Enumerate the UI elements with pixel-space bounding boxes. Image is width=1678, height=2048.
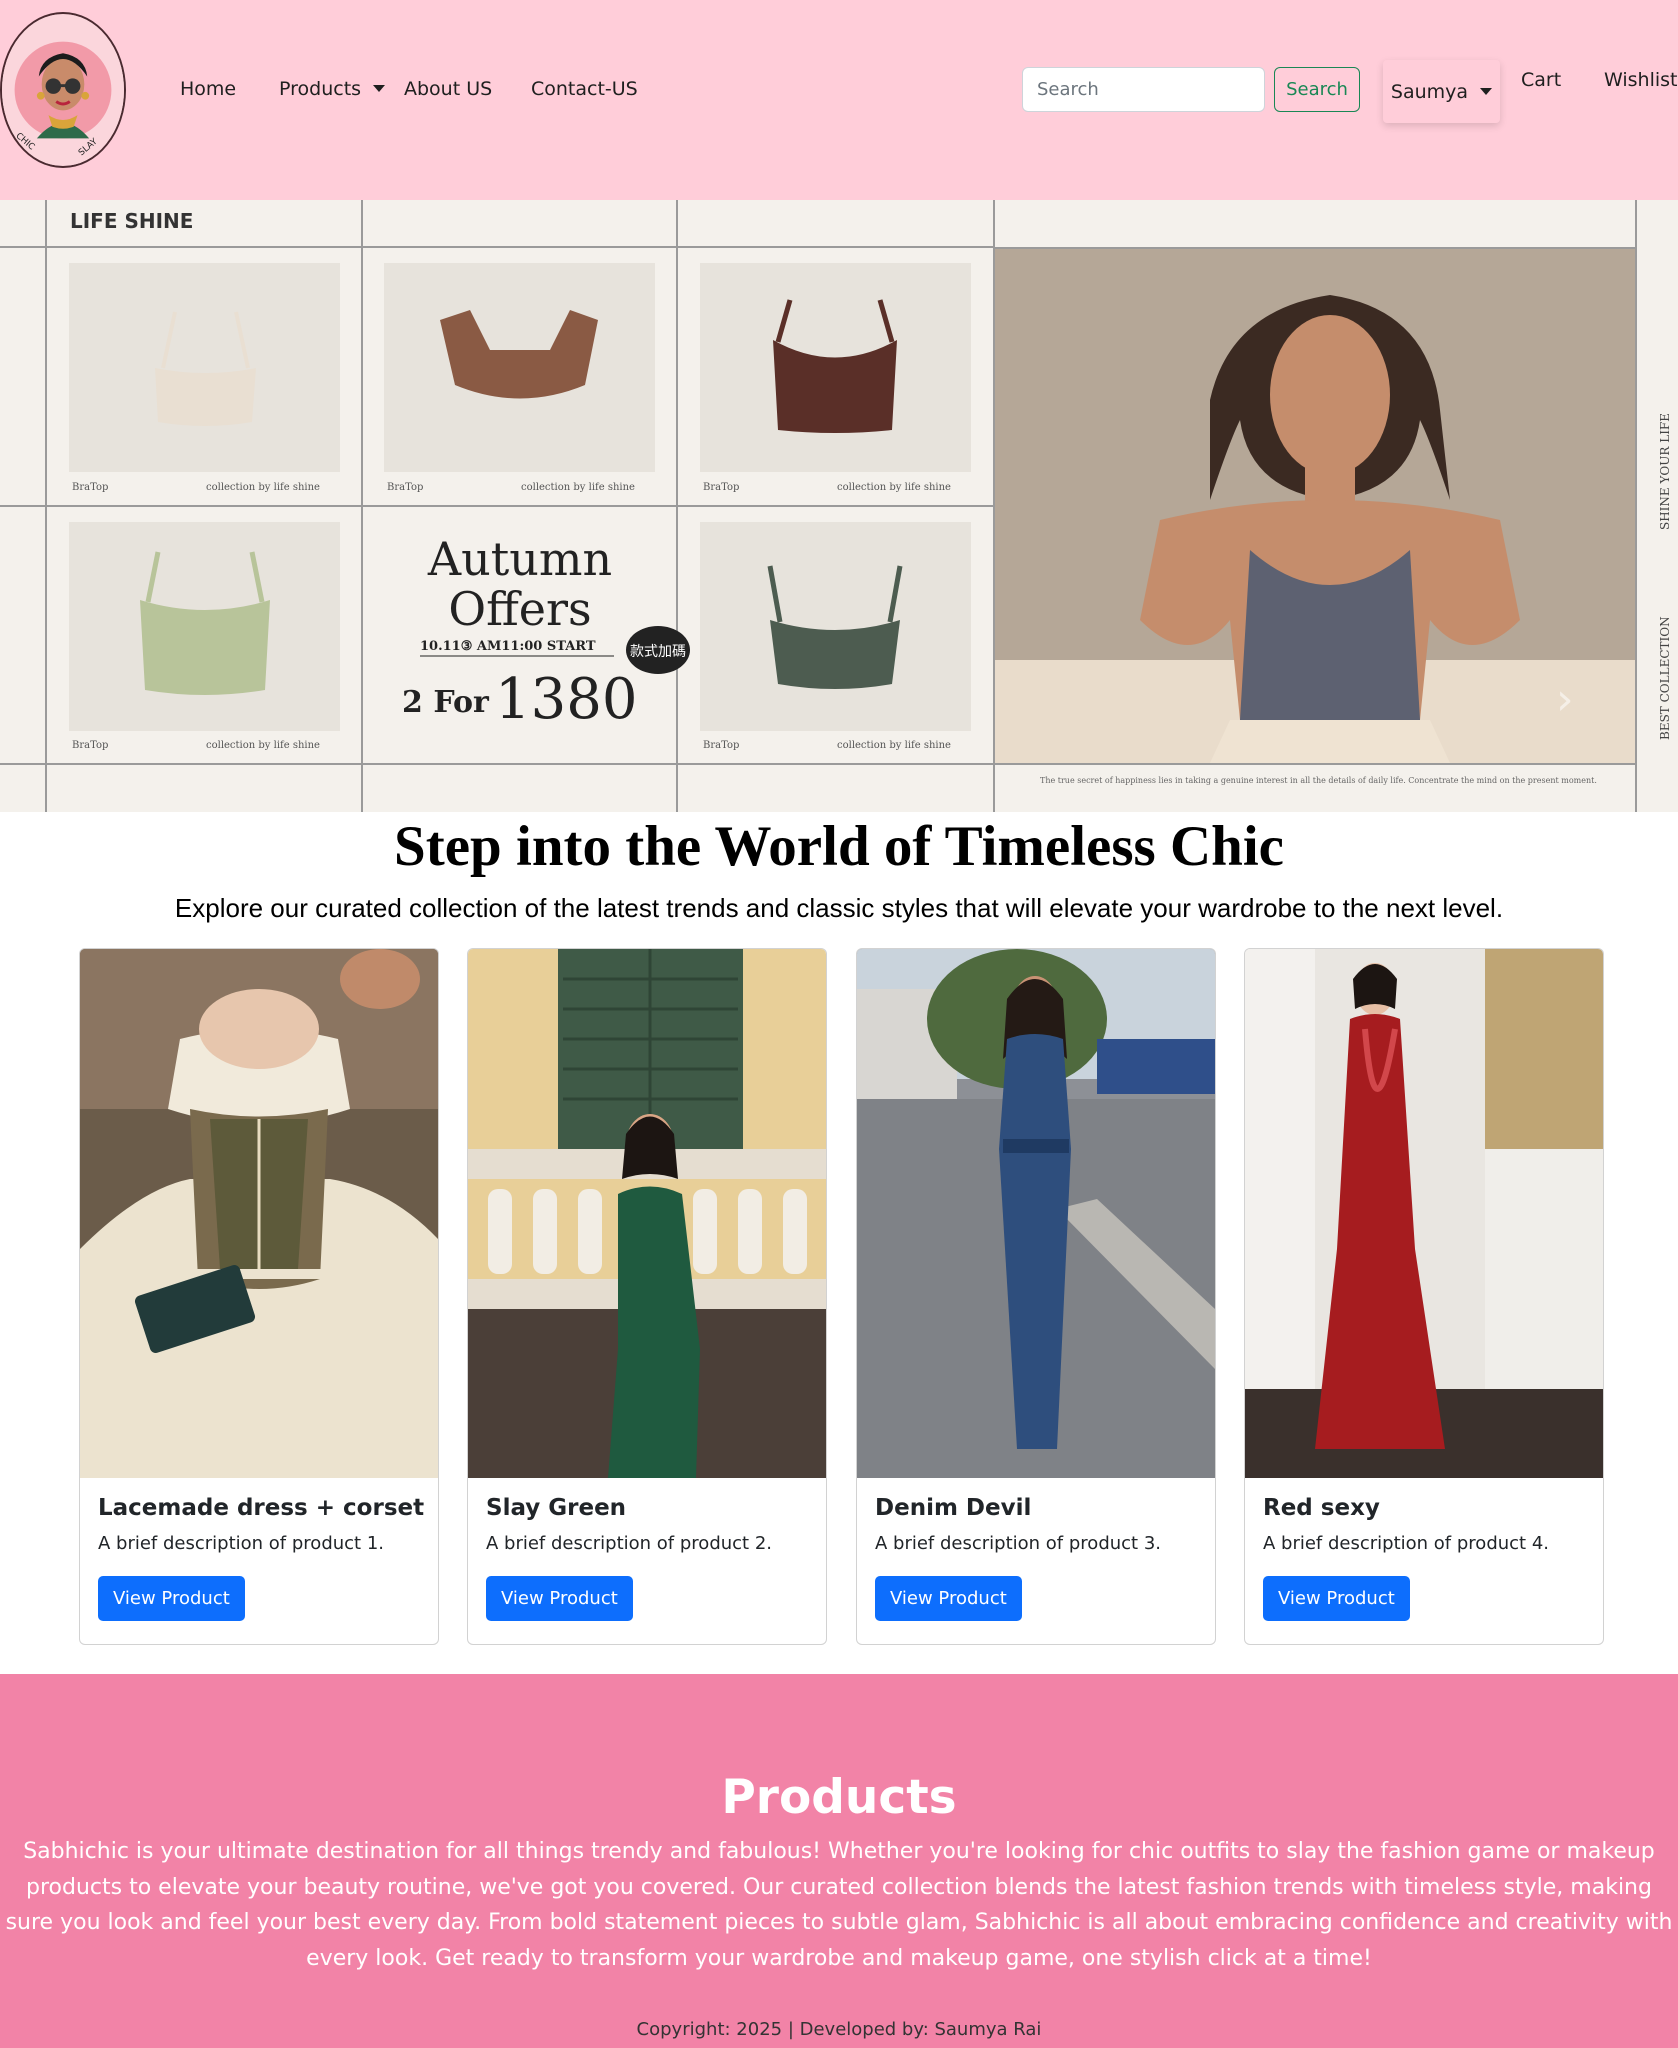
hero-carousel: LIFE SHINE BraTop collection by life shi… (0, 200, 1678, 812)
product-card: Red sexy A brief description of product … (1244, 948, 1604, 1645)
product-title: Red sexy (1263, 1495, 1380, 1521)
nav-contact[interactable]: Contact-US (531, 78, 638, 100)
carousel-next-icon[interactable]: › (1556, 678, 1574, 722)
hero-tile-2 (384, 263, 655, 472)
nav-products-dropdown[interactable]: Products (279, 78, 386, 100)
product-card: Lacemade dress + corset A brief descript… (79, 948, 439, 1645)
svg-text:collection by life shine: collection by life shine (837, 482, 951, 493)
product-title: Lacemade dress + corset (98, 1495, 425, 1521)
copyright-text: Copyright: 2025 | Developed by: Saumya R… (636, 2019, 1042, 2040)
user-name: Saumya (1390, 80, 1469, 103)
hero-banner-image: LIFE SHINE BraTop collection by life shi… (0, 200, 1678, 812)
hero-tile-3 (700, 263, 971, 472)
products-section-title: Products (721, 1770, 957, 1825)
brand-logo[interactable]: CHIC SLAY (0, 12, 126, 168)
product-title: Slay Green (486, 1495, 627, 1521)
svg-text:Offers: Offers (448, 582, 591, 636)
hero-tile-1 (69, 263, 340, 472)
svg-text:collection by life shine: collection by life shine (837, 740, 951, 751)
product-image (857, 949, 1215, 1478)
svg-text:collection by life shine: collection by life shine (206, 740, 320, 751)
svg-text:collection by life shine: collection by life shine (206, 482, 320, 493)
product-card: Slay Green A brief description of produc… (467, 948, 827, 1645)
nav-home[interactable]: Home (180, 78, 236, 100)
nav-about[interactable]: About US (404, 78, 492, 100)
page-headline: Step into the World of Timeless Chic (394, 815, 1284, 878)
product-image (1245, 949, 1603, 1478)
svg-text:款式加碼: 款式加碼 (630, 644, 686, 660)
product-image (468, 949, 826, 1478)
chevron-down-icon (373, 85, 386, 92)
svg-text:BraTop: BraTop (703, 482, 739, 493)
products-section: Products Sabhichic is your ultimate dest… (0, 1674, 1678, 2048)
view-product-button[interactable]: View Product (486, 1576, 633, 1621)
svg-text:10.11③ AM11:00 START: 10.11③ AM11:00 START (420, 639, 596, 654)
svg-text:1380: 1380 (495, 667, 638, 732)
hero-tile-4 (69, 522, 340, 731)
page-subheadline: Explore our curated collection of the la… (174, 893, 1504, 923)
product-description: A brief description of product 2. (486, 1533, 772, 1554)
products-section-text: Sabhichic is your ultimate destination f… (5, 1839, 1673, 1971)
nav-products-label: Products (279, 78, 362, 100)
svg-text:BraTop: BraTop (72, 482, 108, 493)
svg-text:Autumn: Autumn (427, 532, 612, 586)
view-product-button[interactable]: View Product (98, 1576, 245, 1621)
product-title: Denim Devil (875, 1495, 1032, 1521)
product-card: Denim Devil A brief description of produ… (856, 948, 1216, 1645)
product-description: A brief description of product 4. (1263, 1533, 1549, 1554)
view-product-button[interactable]: View Product (1263, 1576, 1410, 1621)
svg-text:BraTop: BraTop (703, 740, 739, 751)
svg-text:LIFE SHINE: LIFE SHINE (70, 209, 193, 233)
navbar: CHIC SLAY Home Products About US Contact… (0, 0, 1678, 200)
svg-text:BraTop: BraTop (72, 740, 108, 751)
product-description: A brief description of product 3. (875, 1533, 1161, 1554)
svg-text:The true secret of happiness l: The true secret of happiness lies in tak… (1040, 776, 1597, 785)
hero-model-photo (995, 249, 1635, 763)
product-description: A brief description of product 1. (98, 1533, 384, 1554)
nav-cart[interactable]: Cart (1521, 69, 1561, 91)
search-input[interactable] (1022, 67, 1265, 112)
svg-text:SHINE YOUR LIFE: SHINE YOUR LIFE (1658, 413, 1672, 530)
svg-text:collection by life shine: collection by life shine (521, 482, 635, 493)
view-product-button[interactable]: View Product (875, 1576, 1022, 1621)
svg-text:BraTop: BraTop (387, 482, 423, 493)
nav-wishlist[interactable]: Wishlist (1604, 69, 1678, 91)
product-image (80, 949, 438, 1478)
logo-illustration: CHIC SLAY (2, 14, 124, 166)
svg-text:BEST COLLECTION: BEST COLLECTION (1658, 616, 1672, 740)
svg-text:2 For: 2 For (402, 685, 490, 720)
search-button[interactable]: Search (1274, 67, 1360, 112)
hero-tile-5 (700, 522, 971, 731)
user-dropdown[interactable]: Saumya (1383, 60, 1500, 123)
chevron-down-icon (1480, 88, 1493, 95)
